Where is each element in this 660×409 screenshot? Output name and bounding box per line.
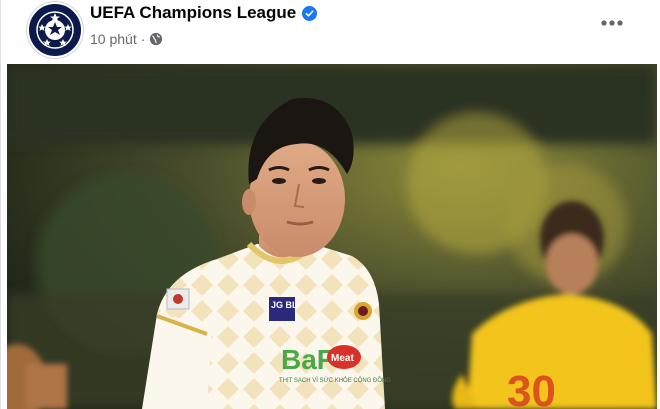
chest-mark: JG BL <box>271 300 298 310</box>
champions-league-logo-icon <box>36 11 74 49</box>
page-avatar[interactable] <box>27 2 83 58</box>
opponent-number: 30 <box>507 367 556 409</box>
post-photo[interactable]: 30 JG BL BaF Meat THỊT SẠCH VÌ SỨC KHỎE … <box>7 64 657 409</box>
page-name-link[interactable]: UEFA Champions League <box>90 3 296 23</box>
meta-separator: · <box>140 31 146 47</box>
facebook-post-card: UEFA Champions League 10 phút · 30 JG BL… <box>0 0 660 409</box>
verified-badge-icon <box>302 5 318 21</box>
sponsor-tagline: THỊT SẠCH VÌ SỨC KHỎE CỘNG ĐỒNG <box>279 377 391 384</box>
more-options-button[interactable] <box>595 8 629 38</box>
sponsor-badge: Meat <box>331 353 354 364</box>
more-horizontal-icon <box>601 20 623 26</box>
sponsor-logo: BaF <box>281 344 334 375</box>
post-header: UEFA Champions League 10 phút · <box>1 0 660 64</box>
page-name-row: UEFA Champions League <box>90 3 318 23</box>
globe-icon[interactable] <box>149 32 163 46</box>
post-timestamp[interactable]: 10 phút <box>90 31 137 47</box>
post-meta: 10 phút · <box>90 31 163 47</box>
